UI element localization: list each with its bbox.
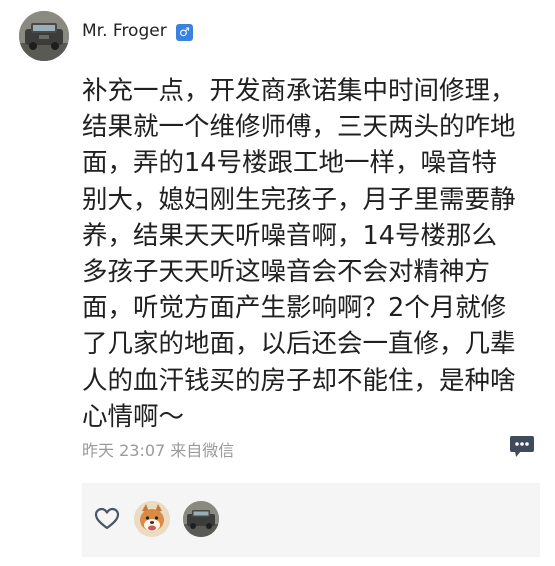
post-text-line: 了几家的地面，以后还会一直修，几辈 (82, 329, 516, 360)
post-text-line: 补充一点，开发商承诺集中时间修理， (82, 76, 516, 106)
author-avatar[interactable] (19, 11, 69, 61)
liker-avatar-car[interactable] (183, 501, 219, 537)
heart-outline-icon[interactable] (94, 507, 120, 531)
post-content: 补充一点，开发商承诺集中时间修理， 结果就一个维修师傅，三天两头的咋地 面，弄的… (82, 73, 542, 435)
male-gender-icon: ♂ (176, 24, 193, 41)
post-text-line: 面，弄的14号楼跟工地一样，噪音特 (82, 148, 497, 179)
post-time: 昨天 23:07 (82, 441, 166, 460)
post-text-line: 别大，媳妇刚生完孩子，月子里需要静 (82, 184, 516, 215)
likes-panel (82, 483, 540, 557)
post-source: 来自微信 (170, 441, 235, 460)
post-text-line: 人的血汗钱买的房子却不能住，是种啥 (82, 365, 516, 396)
post-text-line: 结果就一个维修师傅，三天两头的咋地 (82, 112, 516, 143)
post-text-line: 心情啊～ (82, 401, 185, 432)
comment-icon[interactable] (509, 435, 535, 459)
post-text-line: 养，结果天天听噪音啊，14号楼那么 (82, 220, 497, 251)
author-name[interactable]: Mr. Froger (82, 21, 167, 41)
post-text-line: 面，听觉方面产生影响啊？2个月就修 (82, 293, 507, 324)
post-meta: 昨天 23:07 来自微信 (82, 437, 234, 461)
liker-avatar-shiba[interactable] (134, 501, 170, 537)
post-text-line: 多孩子天天听这噪音会不会对精神方 (82, 257, 491, 288)
